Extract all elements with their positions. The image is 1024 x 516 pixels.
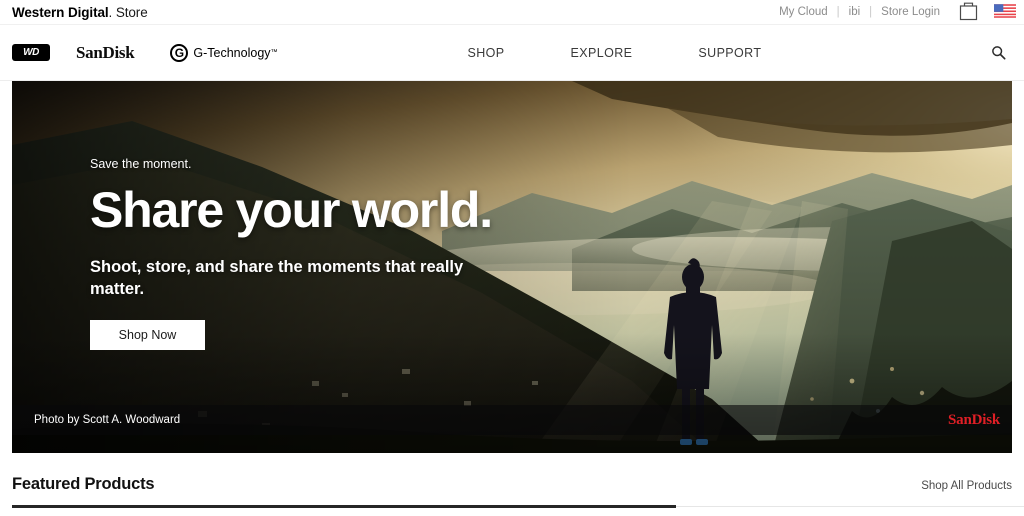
us-flag-icon[interactable]: [994, 3, 1016, 21]
photo-credit-band: Photo by Scott A. Woodward SanDisk: [12, 405, 1012, 435]
featured-products-title: Featured Products: [12, 475, 155, 493]
g-technology-circle-icon: G: [170, 43, 189, 62]
nav-item-support[interactable]: SUPPORT: [665, 46, 794, 60]
photo-credit-text: Photo by Scott A. Woodward: [34, 414, 181, 426]
brand-name-bold: Western Digital: [12, 4, 109, 20]
logo-sandisk[interactable]: SanDisk: [76, 43, 135, 63]
logo-wd[interactable]: WD: [12, 44, 50, 61]
logo-g-technology[interactable]: G G-Technology ™: [170, 43, 278, 62]
brand-logo-group: WD SanDisk G G-Technology ™: [12, 43, 278, 63]
sandisk-watermark: SanDisk: [948, 411, 1000, 428]
hero-eyebrow: Save the moment.: [90, 157, 192, 171]
shop-now-button[interactable]: Shop Now: [90, 319, 205, 350]
shop-all-products-link[interactable]: Shop All Products: [921, 480, 1012, 494]
logo-wd-label: WD: [23, 47, 39, 58]
featured-products-section: Featured Products Shop All Products: [0, 453, 1024, 508]
utility-link-my-cloud[interactable]: My Cloud: [770, 6, 837, 18]
western-digital-store-logo[interactable]: Western Digital. Store: [12, 5, 148, 20]
main-navigation: SHOP EXPLORE SUPPORT: [435, 46, 795, 60]
trademark-symbol: ™: [270, 49, 278, 56]
utility-bar: Western Digital. Store My Cloud | ibi | …: [0, 0, 1024, 25]
brand-name-light: . Store: [108, 4, 148, 20]
shopping-bag-icon[interactable]: [959, 1, 978, 24]
main-header: WD SanDisk G G-Technology ™ SHOP EXPLORE…: [0, 25, 1024, 81]
featured-divider-dark: [12, 505, 676, 508]
hero-banner[interactable]: Save the moment. Share your world. Shoot…: [12, 81, 1012, 453]
utility-link-store-login[interactable]: Store Login: [872, 6, 949, 18]
hero-title: Share your world.: [90, 182, 493, 238]
hero-section: Save the moment. Share your world. Shoot…: [0, 81, 1024, 453]
logo-g-technology-label: G-Technology: [193, 45, 271, 60]
hero-content: Save the moment. Share your world. Shoot…: [90, 157, 510, 350]
nav-item-explore[interactable]: EXPLORE: [538, 46, 666, 60]
search-icon[interactable]: [987, 41, 1010, 64]
utility-links: My Cloud | ibi | Store Login: [770, 1, 1016, 24]
utility-link-ibi[interactable]: ibi: [840, 6, 870, 18]
nav-item-shop[interactable]: SHOP: [435, 46, 538, 60]
hero-subtitle: Shoot, store, and share the moments that…: [90, 258, 464, 298]
